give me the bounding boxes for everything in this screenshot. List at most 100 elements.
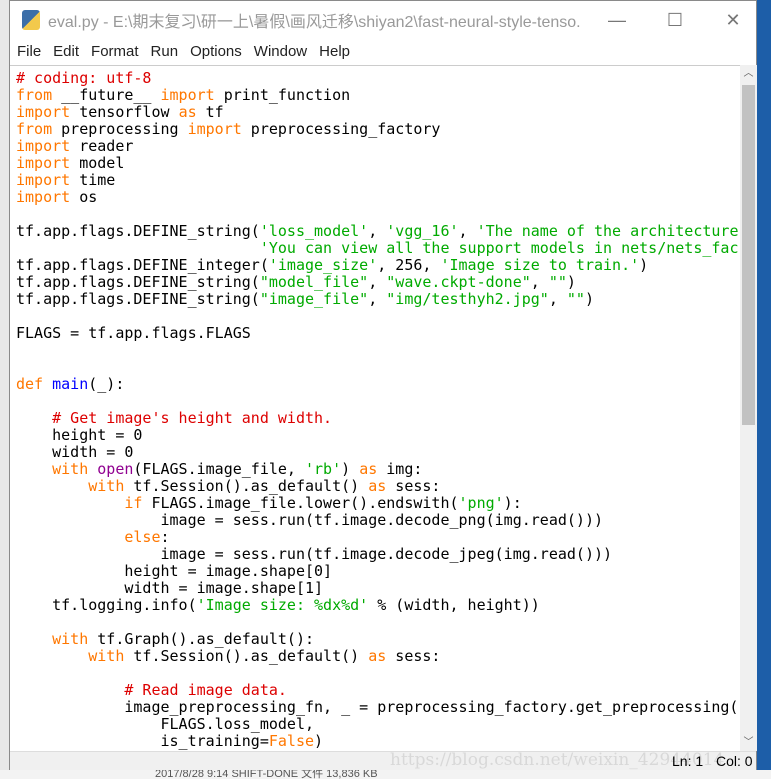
vertical-scrollbar[interactable]: ︿ ﹀ (740, 65, 757, 751)
code-line[interactable]: image = sess.run(tf.image.decode_png(img… (16, 512, 739, 529)
code-line[interactable]: height = 0 (16, 427, 739, 444)
code-line[interactable]: height = image.shape[0] (16, 563, 739, 580)
code-token: "" (548, 273, 567, 291)
code-line[interactable] (16, 665, 739, 682)
scrollbar-thumb[interactable] (742, 85, 755, 425)
menu-format[interactable]: Format (91, 43, 139, 60)
code-token: from (16, 86, 53, 104)
code-line[interactable]: tf.app.flags.DEFINE_string("image_file",… (16, 291, 739, 308)
code-line[interactable] (16, 359, 739, 376)
python-file-icon (22, 10, 40, 30)
code-line[interactable]: with tf.Graph().as_default(): (16, 631, 739, 648)
code-line[interactable] (16, 308, 739, 325)
code-token: False (268, 732, 315, 750)
window-title: eval.py - E:\期末复习\研一上\暑假\画风迁移\shiyan2\fa… (48, 14, 582, 31)
maximize-button[interactable]: ☐ (652, 10, 698, 31)
code-line[interactable]: else: (16, 529, 739, 546)
code-token: else (124, 528, 161, 546)
code-line[interactable]: tf.app.flags.DEFINE_integer('image_size'… (16, 257, 739, 274)
code-line[interactable]: FLAGS.loss_model, (16, 716, 739, 733)
code-line[interactable] (16, 614, 739, 631)
code-token: tf (196, 103, 224, 121)
code-token: 'png' (458, 494, 504, 512)
code-line[interactable]: import model (16, 155, 739, 172)
code-line[interactable]: 'You can view all the support models in … (16, 240, 739, 257)
code-line[interactable]: with tf.Session().as_default() as sess: (16, 648, 739, 665)
code-token: 'rb' (305, 460, 342, 478)
code-line[interactable]: image = sess.run(tf.image.decode_jpeg(im… (16, 546, 739, 563)
code-editor[interactable]: # coding: utf-8 from __future__ import pr… (10, 65, 740, 752)
code-token: # Get image's height and width. (52, 409, 333, 427)
scroll-up-icon[interactable]: ︿ (740, 65, 757, 82)
code-token: 'vgg_16' (386, 222, 459, 240)
code-token: "img/testhyh2.jpg" (386, 290, 549, 308)
code-line[interactable]: FLAGS = tf.app.flags.FLAGS (16, 325, 739, 342)
code-line[interactable]: is_training=False) (16, 733, 739, 750)
code-line[interactable]: tf.app.flags.DEFINE_string('loss_model',… (16, 223, 739, 240)
line-number: Ln: 1 (672, 753, 704, 769)
menu-options[interactable]: Options (190, 43, 242, 60)
close-button[interactable]: ✕ (710, 10, 756, 31)
code-token: "model_file" (259, 273, 369, 291)
code-token: (_): (88, 375, 125, 393)
code-line[interactable]: # Get image's height and width. (16, 410, 739, 427)
code-line[interactable]: from preprocessing import preprocessing_… (16, 121, 739, 138)
code-token: FLAGS.loss_model, (16, 715, 315, 733)
menu-edit[interactable]: Edit (53, 43, 79, 60)
code-token: tf.app.flags.DEFINE_integer( (16, 256, 269, 274)
background-file-row: 2017/8/28 9:14 SHIFT-DONE 文件 13,836 KB (0, 770, 771, 779)
menu-file[interactable]: File (17, 43, 41, 60)
code-line[interactable]: with open(FLAGS.image_file, 'rb') as img… (16, 461, 739, 478)
code-token: import (16, 103, 71, 121)
code-line[interactable]: import tensorflow as tf (16, 104, 739, 121)
code-token: # Read image data. (124, 681, 287, 699)
minimize-button[interactable]: — (594, 10, 640, 31)
code-line[interactable]: import reader (16, 138, 739, 155)
code-token: FLAGS = tf.app.flags.FLAGS (16, 324, 251, 342)
code-line[interactable]: import time (16, 172, 739, 189)
code-token: % (width, height)) (368, 596, 540, 614)
code-line[interactable]: from __future__ import print_function (16, 87, 739, 104)
code-line[interactable]: with tf.Session().as_default() as sess: (16, 478, 739, 495)
code-line[interactable]: # coding: utf-8 (16, 70, 739, 87)
code-line[interactable]: width = image.shape[1] (16, 580, 739, 597)
title-bar[interactable]: eval.py - E:\期末复习\研一上\暑假\画风迁移\shiyan2\fa… (10, 1, 756, 39)
code-token: tf.app.flags.DEFINE_string( (16, 273, 260, 291)
code-line[interactable]: image_preprocessing_fn, _ = preprocessin… (16, 699, 739, 716)
code-line[interactable]: import os (16, 189, 739, 206)
code-line[interactable]: tf.logging.info('Image size: %dx%d' % (w… (16, 597, 739, 614)
code-line[interactable]: def main(_): (16, 376, 739, 393)
menu-help[interactable]: Help (319, 43, 350, 60)
code-token: tf.app.flags.DEFINE_string( (16, 290, 260, 308)
code-line[interactable]: tf.app.flags.DEFINE_string("model_file",… (16, 274, 739, 291)
scroll-down-icon[interactable]: ﹀ (740, 734, 757, 751)
code-token: if (124, 494, 143, 512)
code-token: import (187, 120, 242, 138)
code-token: with (52, 460, 89, 478)
code-token: tf.logging.info( (16, 596, 197, 614)
code-token: image = sess.run(tf.image.decode_jpeg(im… (16, 545, 613, 563)
code-token: import (16, 188, 71, 206)
code-text[interactable]: # coding: utf-8 from __future__ import pr… (16, 70, 739, 750)
status-bar: https://blog.csdn.net/weixin_42944014 Ln… (10, 750, 756, 770)
code-line[interactable]: # Read image data. (16, 682, 739, 699)
code-line[interactable] (16, 206, 739, 223)
menu-window[interactable]: Window (254, 43, 307, 60)
code-line[interactable] (16, 342, 739, 359)
code-line[interactable]: if FLAGS.image_file.lower().endswith('pn… (16, 495, 739, 512)
code-token: model (70, 154, 125, 172)
code-line[interactable]: width = 0 (16, 444, 739, 461)
code-token: height = image.shape[0] (16, 562, 333, 580)
code-token: tf.app.flags.DEFINE_string( (16, 222, 260, 240)
code-token: as (359, 460, 378, 478)
code-token: 'Image size: %dx%d' (196, 596, 369, 614)
menu-run[interactable]: Run (151, 43, 179, 60)
code-line[interactable] (16, 393, 739, 410)
code-token: def (16, 375, 44, 393)
code-token: , (368, 222, 387, 240)
